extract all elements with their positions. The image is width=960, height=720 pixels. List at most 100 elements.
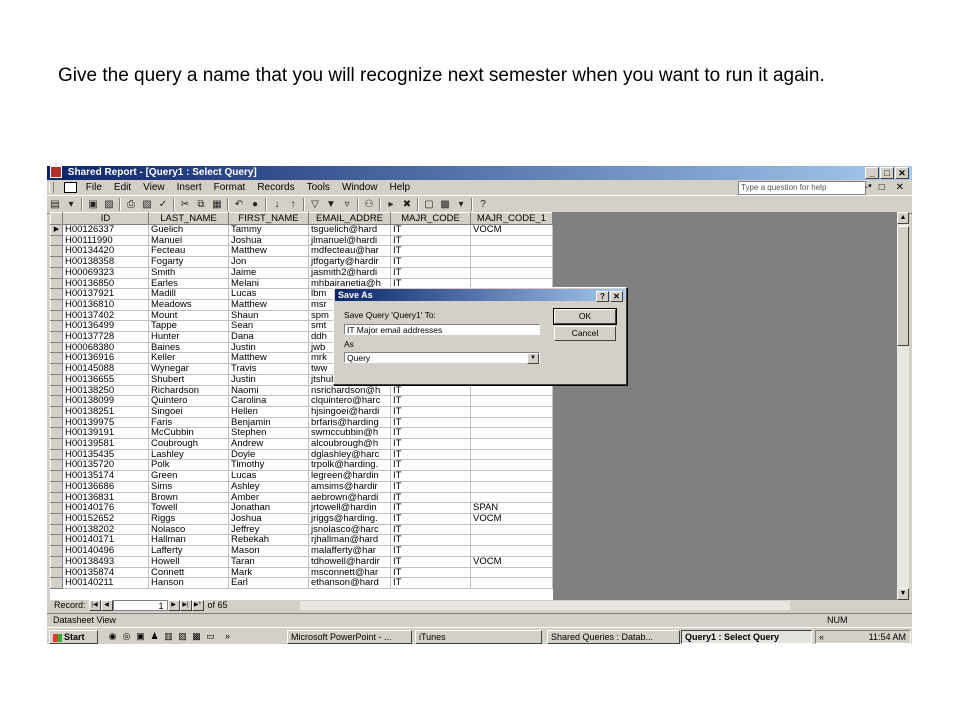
table-row[interactable]: H00152652 Riggs Joshua jriggs@harding. IT VOC… <box>50 512 553 525</box>
row-selector[interactable] <box>50 331 63 343</box>
table-cell[interactable] <box>470 385 553 397</box>
quicklaunch-ie-icon[interactable]: ◉ <box>107 631 118 642</box>
maximize-button[interactable]: □ <box>880 167 894 179</box>
table-cell[interactable]: H00136916 <box>62 352 149 365</box>
table-cell[interactable] <box>470 492 553 504</box>
table-row[interactable]: H00139581 Coubrough Andrew alcoubrough@h IT <box>50 438 553 450</box>
table-cell[interactable]: Faris <box>148 417 229 429</box>
cancel-button[interactable]: Cancel <box>554 326 616 341</box>
table-cell[interactable]: jtfogarty@hardir <box>308 256 391 268</box>
table-cell[interactable]: H00136499 <box>62 320 149 333</box>
table-row[interactable]: H00138358 Fogarty Jon jtfogarty@hardir IT <box>50 256 553 268</box>
table-cell[interactable]: H00111990 <box>62 235 149 247</box>
table-cell[interactable]: H00138099 <box>62 395 149 407</box>
table-cell[interactable]: IT <box>390 524 471 536</box>
table-row[interactable]: H00136831 Brown Amber aebrown@hardi IT <box>50 491 553 504</box>
table-cell[interactable]: IT <box>390 577 471 589</box>
column-header[interactable]: LAST_NAME <box>148 212 229 225</box>
column-header[interactable]: MAJR_CODE <box>390 212 471 225</box>
table-cell[interactable]: H00135174 <box>62 470 149 482</box>
table-cell[interactable]: H00140496 <box>62 545 149 557</box>
row-selector[interactable] <box>50 566 63 579</box>
copy-icon[interactable]: ⧉ <box>194 198 208 211</box>
row-selector[interactable] <box>50 245 63 258</box>
undo-icon[interactable]: ↶ <box>232 198 246 211</box>
table-cell[interactable]: Fecteau <box>148 245 229 258</box>
row-selector[interactable] <box>50 256 63 268</box>
table-row[interactable]: H00135174 Green Lucas legreen@hardin IT <box>50 470 553 482</box>
table-cell[interactable]: IT <box>390 438 471 450</box>
table-cell[interactable]: IT <box>390 256 471 268</box>
table-cell[interactable]: Riggs <box>148 513 229 525</box>
table-cell[interactable]: H00138493 <box>62 556 149 568</box>
vertical-scrollbar[interactable]: ▲ ▼ <box>897 212 909 600</box>
table-cell[interactable]: H00138202 <box>62 524 149 536</box>
table-row[interactable]: H00069323 Smith Jaime jasmith2@hardi IT <box>50 266 553 279</box>
table-cell[interactable]: H00137402 <box>62 310 149 322</box>
hyperlink-icon[interactable]: ● <box>248 198 262 211</box>
table-cell[interactable]: Justin <box>228 374 309 386</box>
quicklaunch-app-icon[interactable]: ▥ <box>163 631 174 642</box>
table-cell[interactable]: Naomi <box>228 385 309 397</box>
task-powerpoint[interactable]: Microsoft PowerPoint - ... <box>287 630 412 644</box>
menu-insert[interactable]: Insert <box>171 180 208 195</box>
last-record-button[interactable]: ▶| <box>179 600 192 611</box>
menu-file[interactable]: File <box>80 180 108 195</box>
table-cell[interactable]: Earles <box>148 278 229 290</box>
table-row[interactable]: H00138250 Richardson Naomi nsrichardson@h IT <box>50 384 553 397</box>
row-selector[interactable] <box>50 234 63 247</box>
table-row[interactable]: H00138202 Nolasco Jeffrey jsnolasco@harc IT <box>50 523 553 536</box>
table-cell[interactable]: Smith <box>148 267 229 279</box>
table-cell[interactable]: alcoubrough@h <box>308 438 391 450</box>
table-cell[interactable]: nsrichardson@h <box>308 385 391 397</box>
apply-filter-icon[interactable]: ▿ <box>340 198 354 211</box>
table-cell[interactable]: Quintero <box>148 395 229 407</box>
table-cell[interactable]: tdhowell@hardir <box>308 556 391 568</box>
table-row[interactable]: H00135720 Polk Timothy trpolk@harding. IT <box>50 459 553 472</box>
table-cell[interactable]: VOCM <box>470 224 553 236</box>
row-selector[interactable] <box>50 470 63 482</box>
table-cell[interactable]: IT <box>390 556 471 568</box>
row-selector[interactable] <box>50 288 63 300</box>
table-cell[interactable]: H00135720 <box>62 459 149 472</box>
table-cell[interactable]: Wynegar <box>148 363 229 375</box>
table-cell[interactable]: IT <box>390 492 471 504</box>
table-cell[interactable]: H00136831 <box>62 492 149 504</box>
start-button[interactable]: Start <box>49 630 98 644</box>
table-cell[interactable]: amsims@hardir <box>308 481 391 493</box>
table-cell[interactable]: H00145088 <box>62 363 149 375</box>
row-selector[interactable] <box>50 384 63 397</box>
table-cell[interactable]: Carolina <box>228 395 309 407</box>
quicklaunch-desktop-icon[interactable]: ▣ <box>135 631 146 642</box>
view-dropdown-icon[interactable]: ▾ <box>64 198 78 211</box>
quicklaunch-app-icon[interactable]: ▩ <box>191 631 202 642</box>
table-cell[interactable] <box>470 545 553 557</box>
table-cell[interactable] <box>470 256 553 268</box>
table-cell[interactable]: H00140171 <box>62 534 149 547</box>
table-cell[interactable]: ethanson@hard <box>308 577 391 589</box>
table-cell[interactable]: Joshua <box>228 235 309 247</box>
table-row[interactable]: H00140176 Towell Jonathan jrtowell@hardin IT… <box>50 502 553 514</box>
column-header[interactable]: FIRST_NAME <box>228 212 309 225</box>
table-cell[interactable] <box>470 267 553 279</box>
table-cell[interactable]: Shaun <box>228 310 309 322</box>
search-file-icon[interactable]: ▨ <box>102 198 116 211</box>
table-cell[interactable]: jsnolasco@harc <box>308 524 391 536</box>
table-cell[interactable]: malafferty@har <box>308 545 391 557</box>
table-cell[interactable]: legreen@hardin <box>308 470 391 482</box>
table-cell[interactable]: IT <box>390 427 471 440</box>
table-cell[interactable] <box>470 449 553 461</box>
table-cell[interactable]: IT <box>390 545 471 557</box>
table-cell[interactable]: Jaime <box>228 267 309 279</box>
table-cell[interactable]: Madill <box>148 288 229 300</box>
quicklaunch-outlook-icon[interactable]: ◎ <box>121 631 132 642</box>
row-selector[interactable] <box>50 363 63 375</box>
table-cell[interactable]: SPAN <box>470 502 553 514</box>
table-cell[interactable]: H00152652 <box>62 513 149 525</box>
table-cell[interactable]: Hellen <box>228 406 309 418</box>
table-cell[interactable]: IT <box>390 395 471 407</box>
table-cell[interactable]: Matthew <box>228 299 309 311</box>
table-cell[interactable]: clquintero@harc <box>308 395 391 407</box>
row-selector[interactable] <box>50 577 63 589</box>
table-cell[interactable]: IT <box>390 235 471 247</box>
